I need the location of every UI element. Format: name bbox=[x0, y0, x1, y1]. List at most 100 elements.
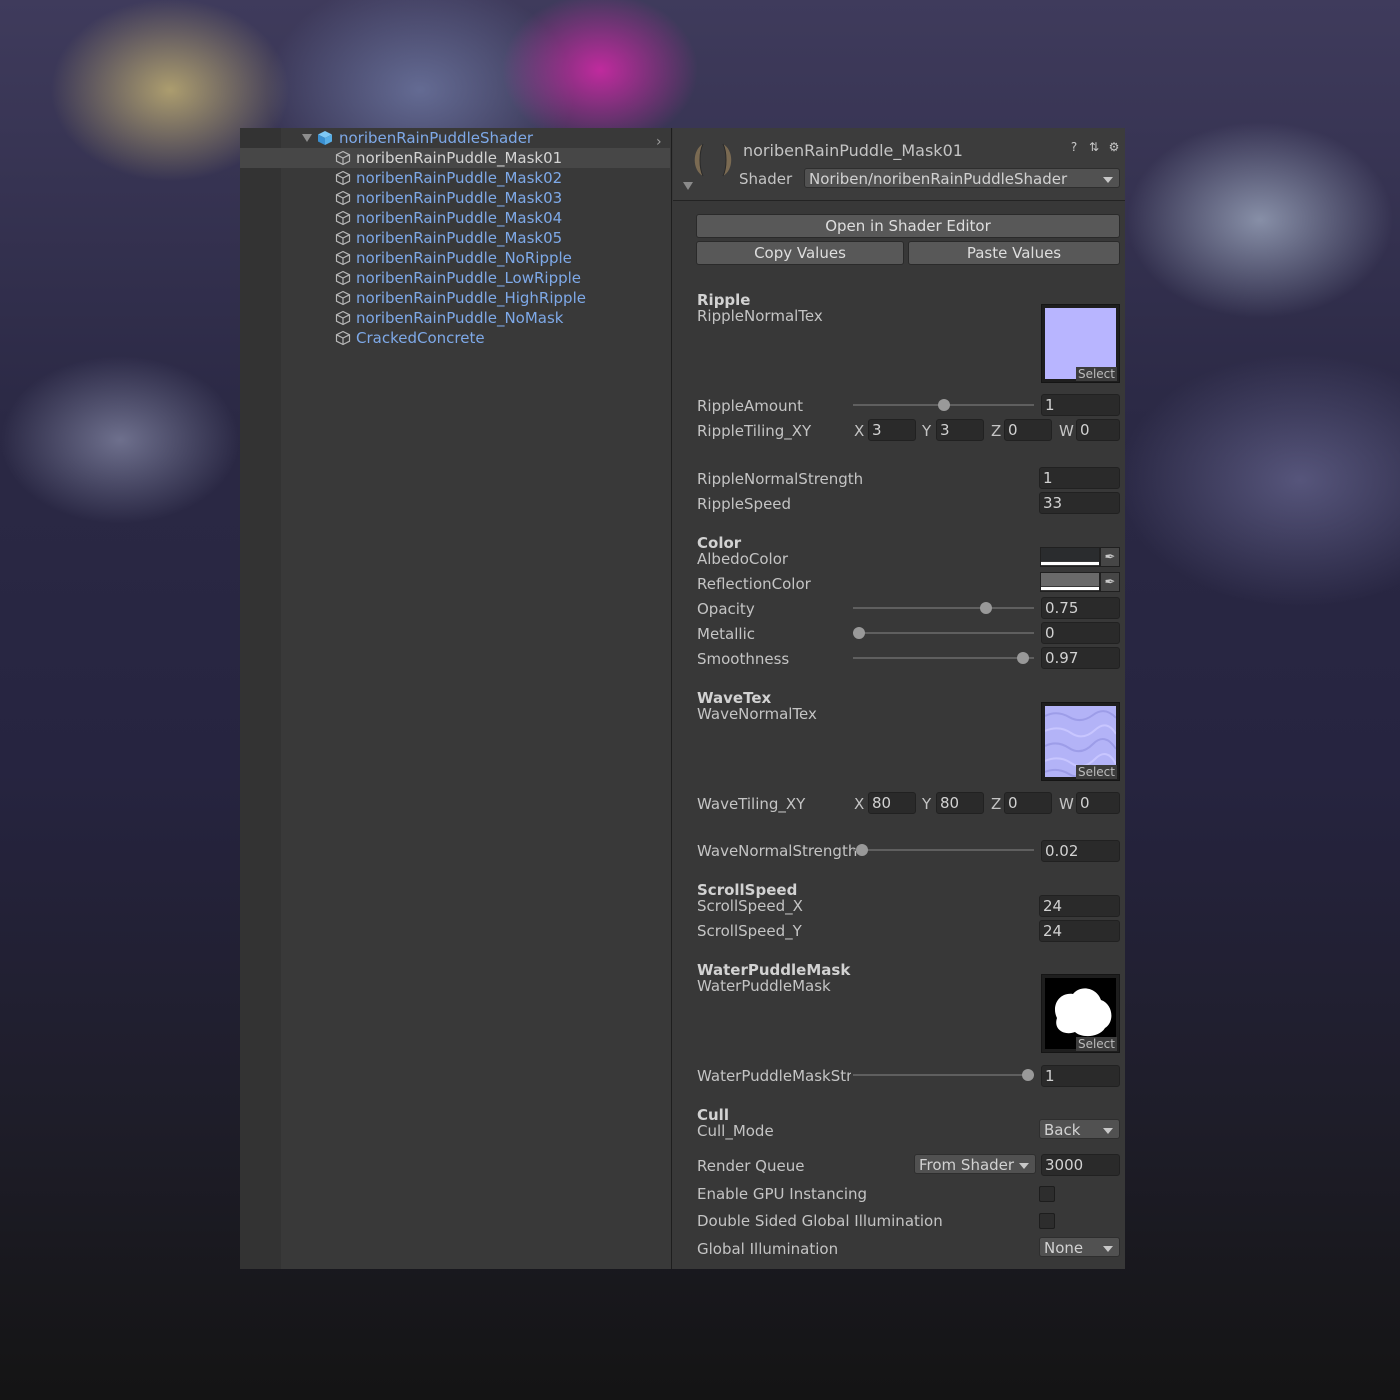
wave-normal-strength-field[interactable]: 0.02 bbox=[1041, 840, 1120, 862]
texture-select-button[interactable]: Select bbox=[1075, 1037, 1117, 1051]
water-puddle-mask-texture-slot[interactable]: Select bbox=[1041, 974, 1120, 1053]
scroll-speed-x-field[interactable]: 24 bbox=[1039, 895, 1120, 917]
eyedropper-icon[interactable]: ✒ bbox=[1100, 572, 1120, 592]
slider-thumb[interactable] bbox=[980, 602, 992, 614]
global-illumination-value: None bbox=[1044, 1239, 1084, 1257]
editor-window: noribenRainPuddleShader › noribenRainPud… bbox=[240, 128, 1125, 1269]
fold-arrow-icon[interactable] bbox=[683, 182, 693, 190]
shader-dropdown-value: Noriben/noribenRainPuddleShader bbox=[809, 170, 1068, 188]
water-puddle-mask-strength-field[interactable]: 1 bbox=[1041, 1065, 1120, 1087]
render-queue-label: Render Queue bbox=[697, 1157, 805, 1175]
albedo-color-swatch bbox=[1041, 548, 1099, 561]
copy-values-button[interactable]: Copy Values bbox=[696, 241, 904, 265]
water-puddle-mask-strength-slider[interactable] bbox=[853, 1069, 1034, 1081]
tree-item[interactable]: noribenRainPuddle_Mask05 bbox=[240, 228, 670, 248]
material-asset-icon bbox=[335, 230, 351, 246]
alpha-bar bbox=[1041, 562, 1099, 565]
slider-thumb[interactable] bbox=[853, 627, 865, 639]
ripple-tiling-x-field[interactable]: 3 bbox=[868, 419, 916, 441]
chevron-down-icon bbox=[1019, 1163, 1029, 1169]
tree-item[interactable]: noribenRainPuddle_HighRipple bbox=[240, 288, 670, 308]
material-asset-icon bbox=[335, 330, 351, 346]
material-asset-icon bbox=[335, 150, 351, 166]
gear-icon[interactable]: ⚙ bbox=[1107, 140, 1121, 154]
shader-asset-icon bbox=[318, 131, 332, 145]
double-sided-gi-label: Double Sided Global Illumination bbox=[697, 1212, 943, 1230]
eyedropper-icon[interactable]: ✒ bbox=[1100, 547, 1120, 567]
tree-item[interactable]: noribenRainPuddle_Mask02 bbox=[240, 168, 670, 188]
wave-normal-strength-slider[interactable] bbox=[853, 844, 1034, 856]
alpha-bar bbox=[1041, 587, 1099, 590]
smoothness-slider[interactable] bbox=[853, 652, 1034, 664]
reflection-color-field[interactable] bbox=[1040, 572, 1100, 592]
project-tree-panel: noribenRainPuddleShader › noribenRainPud… bbox=[240, 128, 672, 1269]
slider-thumb[interactable] bbox=[1017, 652, 1029, 664]
texture-select-button[interactable]: Select bbox=[1075, 765, 1117, 779]
gpu-instancing-checkbox[interactable] bbox=[1039, 1186, 1055, 1202]
tree-item[interactable]: noribenRainPuddle_Mask01 bbox=[240, 148, 670, 168]
ripple-normal-strength-field[interactable]: 1 bbox=[1039, 467, 1120, 489]
render-queue-mode-dropdown[interactable]: From Shader bbox=[914, 1154, 1036, 1174]
tree-item[interactable]: noribenRainPuddle_Mask03 bbox=[240, 188, 670, 208]
ripple-tiling-y-field[interactable]: 3 bbox=[936, 419, 984, 441]
scroll-speed-y-field[interactable]: 24 bbox=[1039, 920, 1120, 942]
global-illumination-dropdown[interactable]: None bbox=[1039, 1237, 1120, 1257]
axis-w-label: W bbox=[1059, 422, 1074, 440]
double-sided-gi-checkbox[interactable] bbox=[1039, 1213, 1055, 1229]
tree-root-label: noribenRainPuddleShader bbox=[339, 129, 534, 147]
wave-tiling-w-field[interactable]: 0 bbox=[1076, 792, 1120, 814]
help-icon[interactable]: ? bbox=[1067, 140, 1081, 154]
albedo-color-label: AlbedoColor bbox=[697, 550, 789, 568]
opacity-field[interactable]: 0.75 bbox=[1041, 597, 1120, 619]
water-puddle-mask-label: WaterPuddleMask bbox=[697, 977, 831, 995]
axis-y-label: Y bbox=[922, 422, 932, 440]
tree-item-label: noribenRainPuddle_LowRipple bbox=[356, 269, 582, 287]
ripple-amount-field[interactable]: 1 bbox=[1041, 394, 1120, 416]
tree-item[interactable]: CrackedConcrete bbox=[240, 328, 670, 348]
ripple-speed-field[interactable]: 33 bbox=[1039, 492, 1120, 514]
tree-item[interactable]: noribenRainPuddle_LowRipple bbox=[240, 268, 670, 288]
texture-select-button[interactable]: Select bbox=[1075, 367, 1117, 381]
slider-thumb[interactable] bbox=[1022, 1069, 1034, 1081]
preset-icon[interactable]: ⇅ bbox=[1087, 140, 1101, 154]
paste-values-button[interactable]: Paste Values bbox=[908, 241, 1120, 265]
tree-root-row[interactable]: noribenRainPuddleShader › bbox=[240, 128, 670, 150]
tree-item[interactable]: noribenRainPuddle_NoMask bbox=[240, 308, 670, 328]
smoothness-field[interactable]: 0.97 bbox=[1041, 647, 1120, 669]
ripple-normal-strength-label: RippleNormalStrength bbox=[697, 470, 864, 488]
ripple-tiling-z-field[interactable]: 0 bbox=[1004, 419, 1052, 441]
ripple-tiling-w-field[interactable]: 0 bbox=[1076, 419, 1120, 441]
metallic-field[interactable]: 0 bbox=[1041, 622, 1120, 644]
inspector-panel: noribenRainPuddle_Mask01 ? ⇅ ⚙ Shader No… bbox=[673, 128, 1125, 1269]
slider-thumb[interactable] bbox=[856, 844, 868, 856]
tree-item[interactable]: noribenRainPuddle_NoRipple bbox=[240, 248, 670, 268]
gpu-instancing-label: Enable GPU Instancing bbox=[697, 1185, 868, 1203]
metallic-slider[interactable] bbox=[853, 627, 1034, 639]
water-puddle-mask-strength-label: WaterPuddleMaskStr bbox=[697, 1067, 851, 1085]
slider-thumb[interactable] bbox=[938, 399, 950, 411]
tree-item[interactable]: noribenRainPuddle_Mask04 bbox=[240, 208, 670, 228]
albedo-color-field[interactable] bbox=[1040, 547, 1100, 567]
wave-normal-texture-slot[interactable]: Select bbox=[1041, 702, 1120, 781]
render-queue-field[interactable]: 3000 bbox=[1041, 1154, 1120, 1176]
expand-arrow-icon[interactable] bbox=[302, 134, 312, 142]
material-asset-icon bbox=[335, 270, 351, 286]
material-asset-icon bbox=[335, 170, 351, 186]
opacity-slider[interactable] bbox=[853, 602, 1034, 614]
shader-label: Shader bbox=[739, 170, 793, 188]
wave-tiling-y-field[interactable]: 80 bbox=[936, 792, 984, 814]
wave-normal-strength-label: WaveNormalStrength bbox=[697, 842, 858, 860]
chevron-down-icon bbox=[1103, 177, 1113, 183]
wave-tiling-x-field[interactable]: 80 bbox=[868, 792, 916, 814]
wave-tiling-z-field[interactable]: 0 bbox=[1004, 792, 1052, 814]
material-preview-icon bbox=[694, 143, 732, 177]
cull-mode-dropdown[interactable]: Back bbox=[1039, 1119, 1120, 1139]
shader-dropdown[interactable]: Noriben/noribenRainPuddleShader bbox=[804, 168, 1120, 188]
open-shader-editor-button[interactable]: Open in Shader Editor bbox=[696, 214, 1120, 238]
ripple-normal-texture-slot[interactable]: Select bbox=[1041, 304, 1120, 383]
ripple-amount-slider[interactable] bbox=[853, 399, 1034, 411]
axis-z-label: Z bbox=[991, 422, 1002, 440]
reflection-color-label: ReflectionColor bbox=[697, 575, 811, 593]
reflection-color-swatch bbox=[1041, 573, 1099, 586]
cull-mode-label: Cull_Mode bbox=[697, 1122, 774, 1140]
